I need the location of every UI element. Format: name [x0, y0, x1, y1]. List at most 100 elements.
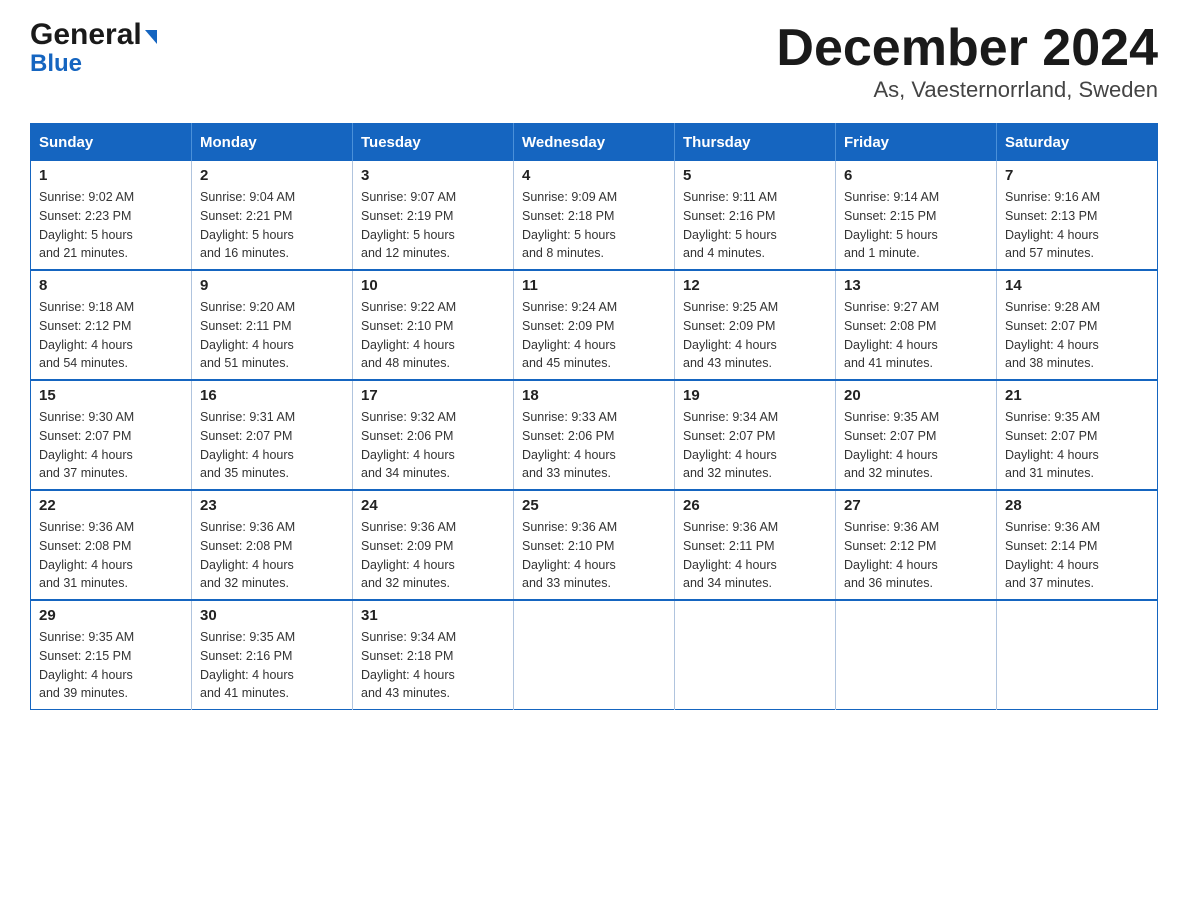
day-info: Sunrise: 9:36 AMSunset: 2:08 PMDaylight:… — [39, 518, 183, 593]
calendar-cell: 3 Sunrise: 9:07 AMSunset: 2:19 PMDayligh… — [353, 161, 514, 270]
calendar-cell: 7 Sunrise: 9:16 AMSunset: 2:13 PMDayligh… — [997, 161, 1158, 270]
day-info: Sunrise: 9:27 AMSunset: 2:08 PMDaylight:… — [844, 298, 988, 373]
calendar-day-header: Friday — [836, 124, 997, 162]
calendar-day-header: Monday — [192, 124, 353, 162]
day-number: 25 — [522, 497, 666, 514]
day-number: 11 — [522, 277, 666, 294]
day-number: 6 — [844, 167, 988, 184]
calendar-cell: 17 Sunrise: 9:32 AMSunset: 2:06 PMDaylig… — [353, 380, 514, 490]
day-info: Sunrise: 9:35 AMSunset: 2:07 PMDaylight:… — [1005, 408, 1149, 483]
calendar-cell: 28 Sunrise: 9:36 AMSunset: 2:14 PMDaylig… — [997, 490, 1158, 600]
day-info: Sunrise: 9:36 AMSunset: 2:09 PMDaylight:… — [361, 518, 505, 593]
day-number: 20 — [844, 387, 988, 404]
calendar-day-header: Thursday — [675, 124, 836, 162]
calendar-cell: 26 Sunrise: 9:36 AMSunset: 2:11 PMDaylig… — [675, 490, 836, 600]
day-number: 2 — [200, 167, 344, 184]
day-info: Sunrise: 9:35 AMSunset: 2:07 PMDaylight:… — [844, 408, 988, 483]
calendar-cell: 25 Sunrise: 9:36 AMSunset: 2:10 PMDaylig… — [514, 490, 675, 600]
day-info: Sunrise: 9:36 AMSunset: 2:14 PMDaylight:… — [1005, 518, 1149, 593]
calendar-cell: 21 Sunrise: 9:35 AMSunset: 2:07 PMDaylig… — [997, 380, 1158, 490]
calendar-cell: 27 Sunrise: 9:36 AMSunset: 2:12 PMDaylig… — [836, 490, 997, 600]
calendar-week-row: 1 Sunrise: 9:02 AMSunset: 2:23 PMDayligh… — [31, 161, 1158, 270]
page-title: December 2024 — [776, 20, 1158, 77]
day-info: Sunrise: 9:25 AMSunset: 2:09 PMDaylight:… — [683, 298, 827, 373]
day-info: Sunrise: 9:28 AMSunset: 2:07 PMDaylight:… — [1005, 298, 1149, 373]
day-info: Sunrise: 9:22 AMSunset: 2:10 PMDaylight:… — [361, 298, 505, 373]
day-number: 26 — [683, 497, 827, 514]
day-number: 3 — [361, 167, 505, 184]
day-info: Sunrise: 9:33 AMSunset: 2:06 PMDaylight:… — [522, 408, 666, 483]
day-info: Sunrise: 9:20 AMSunset: 2:11 PMDaylight:… — [200, 298, 344, 373]
day-number: 30 — [200, 607, 344, 624]
calendar-cell: 11 Sunrise: 9:24 AMSunset: 2:09 PMDaylig… — [514, 270, 675, 380]
calendar-cell: 8 Sunrise: 9:18 AMSunset: 2:12 PMDayligh… — [31, 270, 192, 380]
calendar-cell: 6 Sunrise: 9:14 AMSunset: 2:15 PMDayligh… — [836, 161, 997, 270]
day-info: Sunrise: 9:24 AMSunset: 2:09 PMDaylight:… — [522, 298, 666, 373]
calendar-cell: 14 Sunrise: 9:28 AMSunset: 2:07 PMDaylig… — [997, 270, 1158, 380]
day-info: Sunrise: 9:35 AMSunset: 2:15 PMDaylight:… — [39, 628, 183, 703]
calendar-cell: 12 Sunrise: 9:25 AMSunset: 2:09 PMDaylig… — [675, 270, 836, 380]
calendar-cell: 9 Sunrise: 9:20 AMSunset: 2:11 PMDayligh… — [192, 270, 353, 380]
day-info: Sunrise: 9:32 AMSunset: 2:06 PMDaylight:… — [361, 408, 505, 483]
logo-blue-text: Blue — [30, 50, 82, 78]
calendar-week-row: 22 Sunrise: 9:36 AMSunset: 2:08 PMDaylig… — [31, 490, 1158, 600]
calendar-day-header: Saturday — [997, 124, 1158, 162]
calendar-cell: 24 Sunrise: 9:36 AMSunset: 2:09 PMDaylig… — [353, 490, 514, 600]
calendar-cell: 23 Sunrise: 9:36 AMSunset: 2:08 PMDaylig… — [192, 490, 353, 600]
day-number: 19 — [683, 387, 827, 404]
day-number: 21 — [1005, 387, 1149, 404]
calendar-cell: 16 Sunrise: 9:31 AMSunset: 2:07 PMDaylig… — [192, 380, 353, 490]
day-info: Sunrise: 9:35 AMSunset: 2:16 PMDaylight:… — [200, 628, 344, 703]
calendar-day-header: Wednesday — [514, 124, 675, 162]
day-number: 12 — [683, 277, 827, 294]
title-section: December 2024 As, Vaesternorrland, Swede… — [776, 20, 1158, 103]
day-number: 15 — [39, 387, 183, 404]
day-number: 16 — [200, 387, 344, 404]
day-info: Sunrise: 9:30 AMSunset: 2:07 PMDaylight:… — [39, 408, 183, 483]
logo: General Blue — [30, 20, 157, 78]
day-info: Sunrise: 9:31 AMSunset: 2:07 PMDaylight:… — [200, 408, 344, 483]
day-info: Sunrise: 9:36 AMSunset: 2:08 PMDaylight:… — [200, 518, 344, 593]
day-number: 5 — [683, 167, 827, 184]
day-number: 22 — [39, 497, 183, 514]
day-number: 8 — [39, 277, 183, 294]
day-info: Sunrise: 9:07 AMSunset: 2:19 PMDaylight:… — [361, 188, 505, 263]
day-info: Sunrise: 9:11 AMSunset: 2:16 PMDaylight:… — [683, 188, 827, 263]
day-info: Sunrise: 9:02 AMSunset: 2:23 PMDaylight:… — [39, 188, 183, 263]
day-info: Sunrise: 9:36 AMSunset: 2:12 PMDaylight:… — [844, 518, 988, 593]
day-number: 29 — [39, 607, 183, 624]
calendar-week-row: 15 Sunrise: 9:30 AMSunset: 2:07 PMDaylig… — [31, 380, 1158, 490]
day-info: Sunrise: 9:18 AMSunset: 2:12 PMDaylight:… — [39, 298, 183, 373]
calendar-cell — [514, 600, 675, 710]
calendar-cell: 5 Sunrise: 9:11 AMSunset: 2:16 PMDayligh… — [675, 161, 836, 270]
calendar-cell: 15 Sunrise: 9:30 AMSunset: 2:07 PMDaylig… — [31, 380, 192, 490]
day-info: Sunrise: 9:09 AMSunset: 2:18 PMDaylight:… — [522, 188, 666, 263]
calendar-cell — [675, 600, 836, 710]
calendar-cell — [836, 600, 997, 710]
day-number: 28 — [1005, 497, 1149, 514]
calendar-cell — [997, 600, 1158, 710]
calendar-table: SundayMondayTuesdayWednesdayThursdayFrid… — [30, 123, 1158, 710]
calendar-day-header: Tuesday — [353, 124, 514, 162]
day-number: 9 — [200, 277, 344, 294]
calendar-cell: 13 Sunrise: 9:27 AMSunset: 2:08 PMDaylig… — [836, 270, 997, 380]
calendar-cell: 2 Sunrise: 9:04 AMSunset: 2:21 PMDayligh… — [192, 161, 353, 270]
calendar-day-header: Sunday — [31, 124, 192, 162]
day-info: Sunrise: 9:34 AMSunset: 2:07 PMDaylight:… — [683, 408, 827, 483]
day-info: Sunrise: 9:36 AMSunset: 2:10 PMDaylight:… — [522, 518, 666, 593]
calendar-cell: 18 Sunrise: 9:33 AMSunset: 2:06 PMDaylig… — [514, 380, 675, 490]
day-number: 17 — [361, 387, 505, 404]
calendar-cell: 22 Sunrise: 9:36 AMSunset: 2:08 PMDaylig… — [31, 490, 192, 600]
day-number: 4 — [522, 167, 666, 184]
calendar-cell: 19 Sunrise: 9:34 AMSunset: 2:07 PMDaylig… — [675, 380, 836, 490]
calendar-cell: 1 Sunrise: 9:02 AMSunset: 2:23 PMDayligh… — [31, 161, 192, 270]
calendar-week-row: 8 Sunrise: 9:18 AMSunset: 2:12 PMDayligh… — [31, 270, 1158, 380]
day-info: Sunrise: 9:34 AMSunset: 2:18 PMDaylight:… — [361, 628, 505, 703]
day-number: 14 — [1005, 277, 1149, 294]
day-number: 27 — [844, 497, 988, 514]
calendar-cell: 4 Sunrise: 9:09 AMSunset: 2:18 PMDayligh… — [514, 161, 675, 270]
day-number: 7 — [1005, 167, 1149, 184]
calendar-cell: 20 Sunrise: 9:35 AMSunset: 2:07 PMDaylig… — [836, 380, 997, 490]
calendar-cell: 30 Sunrise: 9:35 AMSunset: 2:16 PMDaylig… — [192, 600, 353, 710]
day-number: 31 — [361, 607, 505, 624]
